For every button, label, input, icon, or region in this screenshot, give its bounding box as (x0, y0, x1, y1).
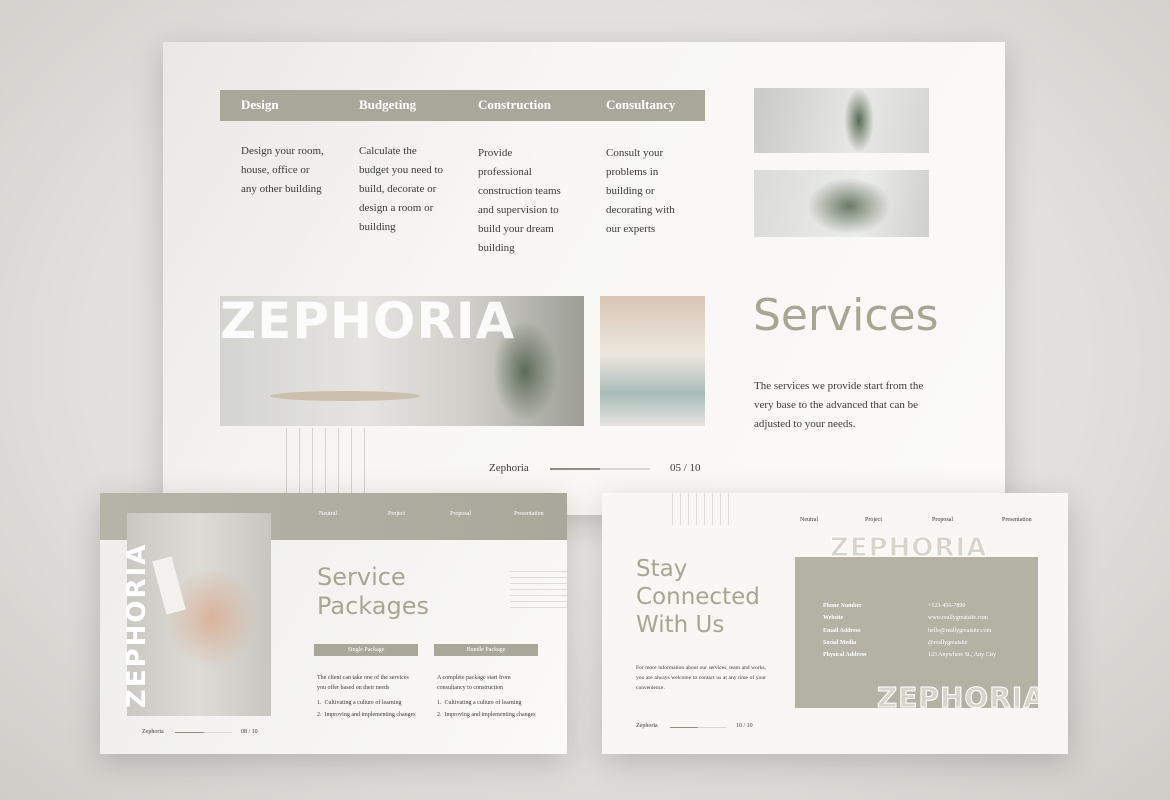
tab-consultancy: Consultancy (606, 97, 676, 112)
progress-bar (175, 732, 232, 733)
page-number: 08 / 10 (241, 729, 258, 735)
title-line-1: Service (317, 563, 406, 591)
single-package-desc: The client can take one of the services … (317, 675, 409, 691)
title-line-2: Packages (317, 592, 429, 620)
nav-proposal: Proposal (450, 511, 471, 517)
contact-label: Phone Number (823, 603, 862, 609)
nav-presentation: Presentation (514, 511, 544, 517)
contact-value: @reallygreatsite (928, 639, 968, 646)
contact-label: Physical Address (823, 652, 867, 659)
service-packages-slide[interactable]: Neutral Project Proposal Presentation ZE… (100, 493, 567, 754)
nav-neutral: Neutral (319, 511, 337, 517)
contact-label: Social Media (823, 639, 857, 646)
desc-consultancy: Consult your problems in building or dec… (606, 147, 675, 235)
page-number: 05 / 10 (670, 462, 701, 474)
zephoria-outline-top: ZEPHORIA (829, 533, 988, 564)
progress-bar (670, 727, 726, 728)
desc-construction: Provide professional construction teams … (478, 147, 561, 254)
nav-neutral: Neutral (800, 517, 818, 523)
tab-construction: Construction (478, 97, 551, 112)
contact-slide[interactable]: Neutral Project Proposal Presentation St… (602, 493, 1068, 754)
footer-brand: Zephoria (142, 729, 164, 735)
nav-presentation: Presentation (1002, 517, 1032, 523)
contact-value: 123 Anywhere St., Any City (928, 652, 997, 659)
progress-fill (550, 468, 600, 470)
services-body: The services we provide start from the v… (754, 380, 924, 430)
nav-proposal: Proposal (932, 517, 953, 523)
progress-bar (550, 468, 650, 470)
desc-budgeting: Calculate the budget you need to build, … (359, 145, 444, 233)
contact-row: Social Media @reallygreatsite (823, 637, 996, 649)
contact-row: Phone Number +123-456-7890 (823, 600, 996, 612)
contact-value: +123-456-7890 (928, 603, 966, 609)
bundle-package-desc: A complete package start from consultanc… (437, 675, 511, 691)
fashion-image (600, 296, 705, 426)
bundle-package-label: Bundle Package (434, 644, 538, 656)
page-number: 10 / 10 (736, 723, 753, 729)
desc-design: Design your room, house, office or any o… (241, 145, 324, 195)
progress-fill (175, 732, 204, 733)
contact-row: Website www.reallygreatsite.com (823, 612, 996, 624)
bundle-item-1: 1. Cultivating a culture of learning (437, 700, 522, 706)
zephoria-overlay-text: ZEPHORIA (220, 292, 516, 350)
contact-label: Email Address (823, 627, 861, 634)
nav-project: Project (388, 511, 405, 517)
decorative-lines (510, 571, 567, 608)
plant-image-2 (754, 170, 929, 237)
footer-brand: Zephoria (636, 723, 658, 729)
plant-image-1 (754, 88, 929, 153)
footer-brand: Zephoria (489, 462, 529, 474)
tab-budgeting: Budgeting (359, 97, 417, 112)
title-line-3: With Us (636, 612, 725, 638)
contact-row: Physical Address 123 Anywhere St., Any Ci… (823, 649, 996, 661)
bundle-item-2: 2. Improving and implementing changes (437, 712, 536, 718)
single-package-label: Single Package (314, 644, 418, 656)
decorative-lines (672, 493, 734, 525)
decorative-lines (286, 428, 366, 493)
contact-label: Website (823, 615, 844, 622)
zephoria-vertical-text: ZEPHORIA (122, 542, 152, 708)
progress-fill (670, 727, 698, 728)
nav-project: Project (865, 517, 882, 523)
contact-value: www.reallygreatsite.com (928, 615, 988, 622)
contact-value: hello@reallygreatsite.com (928, 627, 992, 634)
contact-row: Email Address hello@reallygreatsite.com (823, 625, 996, 637)
title-line-1: Stay (636, 556, 688, 582)
services-title: Services (753, 290, 939, 341)
contact-list: Phone Number +123-456-7890 Website www.rea… (823, 600, 996, 661)
title-line-2: Connected (636, 584, 760, 610)
single-item-2: 2. Improving and implementing changes (317, 712, 416, 718)
contact-body: For more information about our services,… (636, 665, 766, 691)
zephoria-outline-bottom: ZEPHORIA (877, 681, 1038, 709)
single-item-1: 1. Cultivating a culture of learning (317, 700, 402, 706)
tab-design: Design (241, 97, 279, 112)
